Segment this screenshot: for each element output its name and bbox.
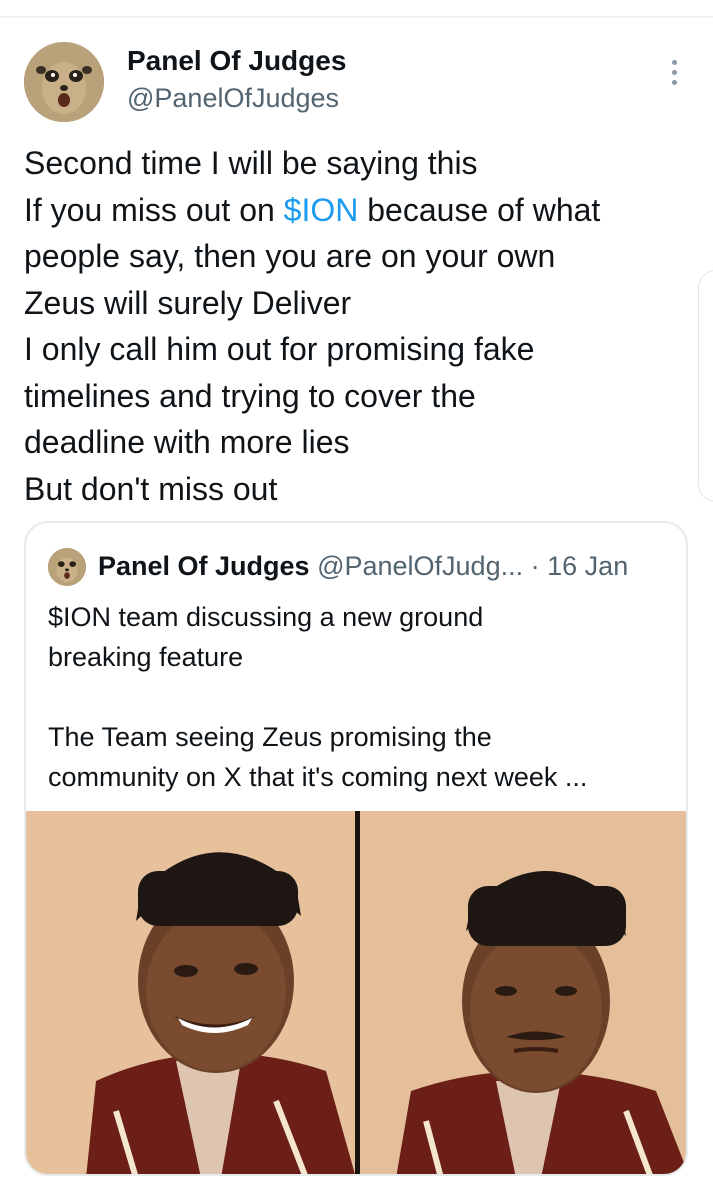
quote-text: $ION team discussing a new ground breaki… bbox=[48, 597, 668, 797]
tweet-line: people say, then you are on your own bbox=[24, 238, 556, 274]
author-avatar[interactable] bbox=[24, 42, 104, 122]
tweet-line: Zeus will surely Deliver bbox=[24, 284, 352, 321]
meerkat-avatar-image bbox=[48, 548, 86, 586]
top-divider bbox=[0, 16, 713, 18]
quote-author-avatar[interactable] bbox=[48, 548, 86, 586]
tweet-line: timelines and trying to cover the bbox=[24, 377, 476, 414]
tweet-line: deadline with more lies bbox=[24, 424, 350, 460]
quote-line: The Team seeing Zeus promising the bbox=[48, 722, 492, 752]
quote-line: breaking feature bbox=[48, 642, 244, 672]
more-vertical-icon[interactable] bbox=[664, 60, 684, 90]
tweet-line: Second time I will be saying this bbox=[24, 145, 478, 181]
meerkat-avatar-image bbox=[24, 42, 104, 122]
quote-line: community on X that it's coming next wee… bbox=[48, 762, 588, 792]
quote-separator: · bbox=[530, 551, 540, 581]
tweet-line-text: If you miss out on bbox=[24, 191, 284, 228]
meme-image[interactable] bbox=[26, 811, 686, 1174]
quote-line: $ION team discussing a new ground bbox=[48, 602, 484, 632]
quote-author-name[interactable]: Panel Of Judges bbox=[98, 551, 310, 581]
author-handle[interactable]: @PanelOfJudges bbox=[127, 82, 339, 114]
quote-header: Panel Of Judges @PanelOfJudg... · 16 Jan bbox=[98, 549, 628, 583]
quote-author-handle[interactable]: @PanelOfJudg... bbox=[317, 551, 523, 581]
quote-tweet-card[interactable]: Panel Of Judges @PanelOfJudg... · 16 Jan… bbox=[24, 521, 688, 1176]
quote-blank-line bbox=[48, 677, 668, 717]
cashtag-link[interactable]: $ION bbox=[284, 192, 359, 228]
tweet-line: I only call him out for promising fake bbox=[24, 331, 535, 367]
tweet-line: If you miss out on $ION because of what bbox=[24, 187, 704, 234]
tweet-line-text: because of what bbox=[358, 191, 601, 228]
meme-two-panel-image bbox=[26, 811, 686, 1174]
author-name[interactable]: Panel Of Judges bbox=[127, 44, 346, 78]
tweet-line: But don't miss out bbox=[24, 470, 278, 507]
quote-date[interactable]: 16 Jan bbox=[547, 551, 628, 581]
tweet-text: Second time I will be saying this If you… bbox=[24, 140, 704, 512]
